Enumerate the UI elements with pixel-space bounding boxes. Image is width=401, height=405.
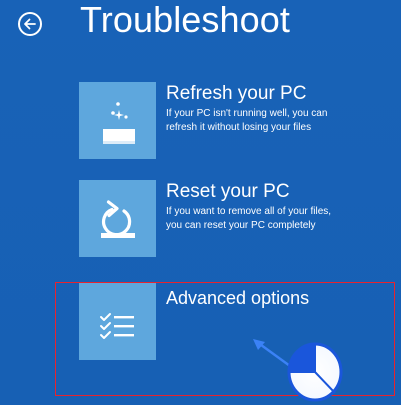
troubleshoot-screen: Troubleshoot Refresh your PC If your PC … xyxy=(0,0,401,405)
reset-pc-option[interactable]: Reset your PC If you want to remove all … xyxy=(79,180,379,266)
reset-pc-title: Reset your PC xyxy=(166,181,290,202)
refresh-pc-description-line-2: refresh it without losing your files xyxy=(166,122,312,133)
reset-pc-text: Reset your PC If you want to remove all … xyxy=(166,180,380,232)
page-title: Troubleshoot xyxy=(80,0,290,40)
mouse-left-click-icon xyxy=(287,342,343,402)
advanced-options-tile[interactable] xyxy=(79,283,156,360)
refresh-pc-tile[interactable] xyxy=(79,82,156,159)
advanced-options-text: Advanced options xyxy=(166,283,380,310)
back-button[interactable] xyxy=(18,12,42,36)
refresh-pc-option[interactable]: Refresh your PC If your PC isn't running… xyxy=(79,82,379,168)
reset-arrow-icon xyxy=(101,200,135,238)
reset-pc-tile[interactable] xyxy=(79,180,156,257)
refresh-pc-text: Refresh your PC If your PC isn't running… xyxy=(166,82,380,134)
reset-pc-description-line-2: you can reset your PC completely xyxy=(166,220,316,231)
refresh-sparkle-icon xyxy=(103,102,135,144)
back-arrow-icon xyxy=(24,18,36,30)
checklist-icon xyxy=(100,313,134,339)
refresh-pc-description-line-1: If your PC isn't running well, you can xyxy=(166,108,328,119)
advanced-options-title: Advanced options xyxy=(166,288,310,308)
reset-pc-description-line-1: If you want to remove all of your files, xyxy=(166,206,332,217)
refresh-pc-title: Refresh your PC xyxy=(166,83,307,104)
